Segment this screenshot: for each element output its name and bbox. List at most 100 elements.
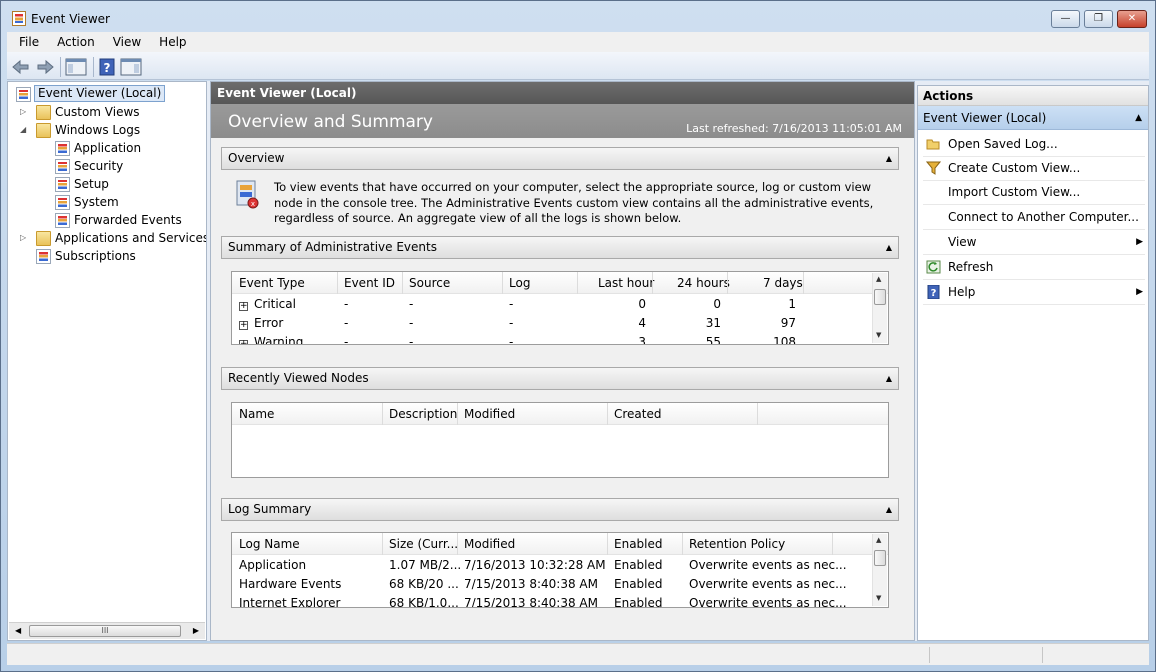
action-label: View (948, 235, 977, 249)
scroll-left-arrow-icon[interactable]: ◀ (15, 626, 21, 635)
table-row[interactable]: + Warning (239, 335, 304, 345)
scroll-down-arrow-icon[interactable]: ▼ (876, 331, 881, 339)
col-source[interactable]: Source (409, 276, 450, 290)
event-log-icon: x (236, 180, 259, 209)
collapse-caret-icon[interactable]: ▲ (886, 368, 892, 389)
recent-nodes-section-header[interactable]: Recently Viewed Nodes ▲ (221, 367, 899, 390)
col-log-name[interactable]: Log Name (239, 537, 300, 551)
tree-label: Security (74, 159, 124, 173)
cell-24-hours: 55 (705, 335, 721, 345)
col-modified[interactable]: Modified (464, 407, 515, 421)
menu-action[interactable]: Action (45, 32, 101, 49)
console-tree: Event Viewer (Local) ▷ Custom Views ◢ Wi… (7, 81, 207, 641)
tree-item-application[interactable]: Application (12, 139, 202, 157)
tree-item-custom-views[interactable]: ▷ Custom Views (12, 103, 202, 121)
collapse-caret-icon[interactable]: ▲ (886, 237, 892, 258)
tree-item-event-viewer-local[interactable]: Event Viewer (Local) (12, 85, 202, 103)
cell-log-name[interactable]: Hardware Events (239, 577, 341, 591)
tree-item-subscriptions[interactable]: Subscriptions (12, 247, 202, 265)
log-summary-vertical-scrollbar[interactable]: ▲ ▼ (872, 534, 887, 606)
tree-item-windows-logs[interactable]: ◢ Windows Logs (12, 121, 202, 139)
table-row[interactable]: + Error (239, 316, 283, 330)
col-last-hour[interactable]: Last hour (598, 276, 654, 290)
scroll-thumb[interactable] (874, 289, 886, 305)
expand-plus-icon[interactable]: + (239, 302, 248, 311)
cell-log: - (509, 316, 514, 330)
scroll-down-arrow-icon[interactable]: ▼ (876, 594, 881, 602)
back-arrow-icon[interactable] (11, 57, 31, 77)
forward-arrow-icon[interactable] (35, 57, 55, 77)
col-7-days[interactable]: 7 days (763, 276, 803, 290)
col-retention-policy[interactable]: Retention Policy (689, 537, 785, 551)
tree-item-security[interactable]: Security (12, 157, 202, 175)
event-viewer-app-icon[interactable] (12, 11, 26, 26)
tree-horizontal-scrollbar[interactable]: ◀ III ▶ (9, 622, 205, 639)
action-label: Help (948, 285, 976, 299)
col-size[interactable]: Size (Curr... (389, 537, 458, 551)
show-hide-console-tree-icon[interactable] (65, 57, 87, 77)
cell-log-name[interactable]: Application (239, 558, 306, 572)
show-hide-action-pane-icon[interactable] (120, 57, 142, 77)
section-title: Overview (228, 151, 285, 165)
scroll-up-arrow-icon[interactable]: ▲ (876, 275, 881, 283)
overview-section-header[interactable]: Overview ▲ (221, 147, 899, 170)
action-create-custom-view[interactable]: Create Custom View... (923, 157, 1145, 181)
maximize-button[interactable]: ❐ (1084, 10, 1113, 28)
cell-event-id: - (344, 297, 349, 311)
tree-item-setup[interactable]: Setup (12, 175, 202, 193)
log-summary-section-header[interactable]: Log Summary ▲ (221, 498, 899, 521)
scroll-right-arrow-icon[interactable]: ▶ (193, 626, 199, 635)
col-enabled[interactable]: Enabled (614, 537, 663, 551)
tree-item-applications-and-services[interactable]: ▷ Applications and Services Lo (12, 229, 206, 247)
help-icon[interactable]: ? (98, 57, 116, 77)
cell-event-type: Warning (254, 335, 304, 345)
menu-help[interactable]: Help (147, 32, 192, 49)
help-icon: ? (927, 285, 940, 299)
action-connect-another-computer[interactable]: Connect to Another Computer... (923, 206, 1145, 230)
action-open-saved-log[interactable]: Open Saved Log... (923, 133, 1145, 157)
col-log[interactable]: Log (509, 276, 530, 290)
actions-group-header[interactable]: Event Viewer (Local) ▲ (918, 106, 1148, 130)
collapse-caret-icon[interactable]: ▲ (886, 499, 892, 520)
summary-section-header[interactable]: Summary of Administrative Events ▲ (221, 236, 899, 259)
expand-plus-icon[interactable]: + (239, 340, 248, 344)
col-event-type[interactable]: Event Type (239, 276, 305, 290)
collapse-caret-icon[interactable]: ▲ (886, 148, 892, 169)
svg-text:x: x (251, 200, 255, 208)
close-button[interactable]: ✕ (1117, 10, 1147, 28)
action-help[interactable]: ? Help ▶ (923, 281, 1145, 305)
menu-view[interactable]: View (101, 32, 147, 49)
minimize-button[interactable]: — (1051, 10, 1080, 28)
menu-file[interactable]: File (7, 32, 45, 49)
action-view[interactable]: View ▶ (923, 231, 1145, 255)
col-description[interactable]: Description (389, 407, 457, 421)
collapse-arrow-icon[interactable]: ◢ (20, 125, 29, 134)
action-import-custom-view[interactable]: Import Custom View... (923, 181, 1145, 205)
tree-item-forwarded-events[interactable]: Forwarded Events (12, 211, 202, 229)
expand-arrow-icon[interactable]: ▷ (20, 233, 29, 242)
table-row[interactable]: + Critical (239, 297, 296, 311)
folder-icon (36, 231, 51, 246)
cell-retention: Overwrite events as nec... (689, 596, 847, 608)
expand-plus-icon[interactable]: + (239, 321, 248, 330)
center-header: Event Viewer (Local) (211, 82, 914, 104)
title-bar[interactable]: Event Viewer — ❐ ✕ (1, 1, 1155, 32)
scroll-up-arrow-icon[interactable]: ▲ (876, 536, 881, 544)
col-24-hours[interactable]: 24 hours (677, 276, 730, 290)
summary-vertical-scrollbar[interactable]: ▲ ▼ (872, 273, 887, 343)
scroll-thumb[interactable]: III (29, 625, 181, 637)
cell-modified: 7/16/2013 10:32:28 AM (464, 558, 606, 572)
col-modified[interactable]: Modified (464, 537, 515, 551)
cell-last-hour: 0 (638, 297, 646, 311)
collapse-caret-icon[interactable]: ▲ (1135, 106, 1142, 130)
col-created[interactable]: Created (614, 407, 662, 421)
tree-label: Event Viewer (Local) (34, 85, 166, 102)
col-event-id[interactable]: Event ID (344, 276, 395, 290)
cell-log-name[interactable]: Internet Explorer (239, 596, 340, 607)
action-refresh[interactable]: Refresh (923, 256, 1145, 280)
tree-item-system[interactable]: System (12, 193, 202, 211)
scroll-thumb[interactable] (874, 550, 886, 566)
cell-source: - (409, 297, 414, 311)
col-name[interactable]: Name (239, 407, 274, 421)
expand-arrow-icon[interactable]: ▷ (20, 107, 29, 116)
